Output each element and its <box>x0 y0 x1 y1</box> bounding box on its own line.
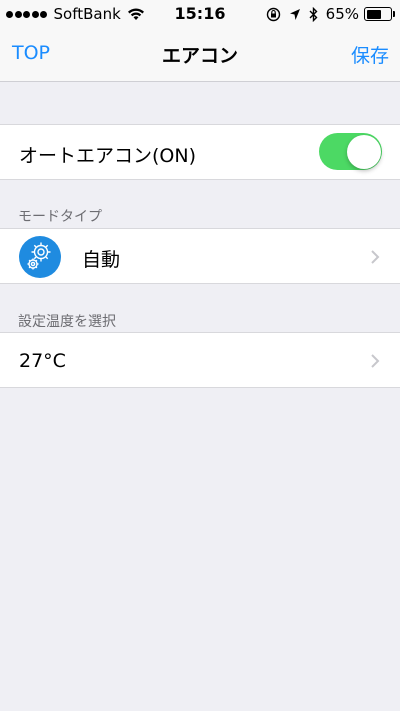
status-bar: SoftBank 15:16 65% <box>0 0 400 28</box>
auto-aircon-toggle[interactable] <box>319 133 382 170</box>
temperature-row[interactable]: 27°C <box>0 332 400 388</box>
battery-icon <box>364 7 395 21</box>
mode-type-value: 自動 <box>82 249 121 271</box>
auto-aircon-cell: オートエアコン(ON) <box>0 124 400 180</box>
gear-icon <box>19 236 61 278</box>
battery-percent: 65% <box>325 5 359 23</box>
save-button[interactable]: 保存 <box>351 41 389 68</box>
location-arrow-icon <box>289 8 300 20</box>
navigation-bar: TOP エアコン 保存 <box>0 28 400 82</box>
orientation-lock-icon <box>266 7 280 21</box>
auto-aircon-label: オートエアコン(ON) <box>19 145 196 167</box>
mode-section-header: モードタイプ <box>18 209 102 225</box>
bluetooth-icon <box>309 6 318 22</box>
chevron-right-icon <box>371 250 380 264</box>
temperature-value: 27°C <box>19 350 66 372</box>
page-title: エアコン <box>161 45 238 67</box>
chevron-right-icon <box>371 354 380 368</box>
mode-type-row[interactable]: 自動 <box>0 228 400 284</box>
toggle-knob <box>346 134 381 169</box>
status-bar-right: 65% <box>258 5 395 23</box>
temp-section-header: 設定温度を選択 <box>18 314 116 330</box>
aircon-settings-screen: SoftBank 15:16 65% TOP エアコン 保存 オートエアコン(O… <box>0 0 400 711</box>
